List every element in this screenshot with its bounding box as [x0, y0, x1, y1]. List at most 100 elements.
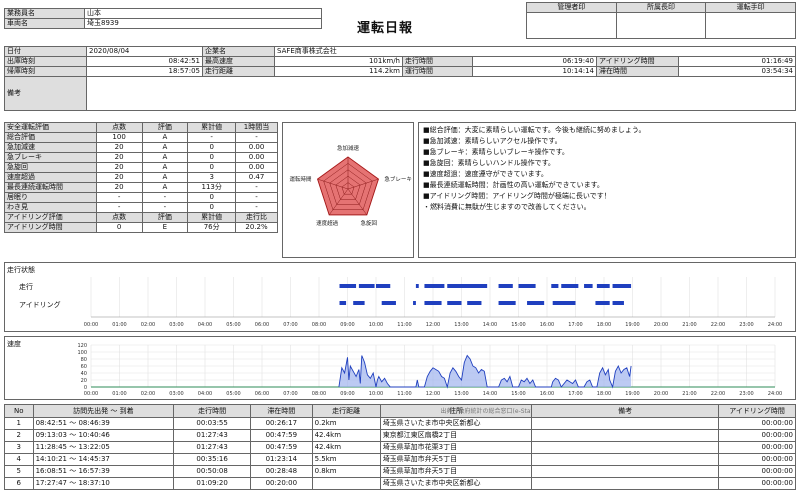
x-tick-label: 12:00	[426, 391, 440, 397]
x-tick-label: 06:00	[255, 391, 269, 397]
radar-label: 運転時間	[290, 175, 313, 183]
x-tick-label: 03:00	[169, 391, 183, 397]
list-cell: 4	[4, 453, 34, 466]
safety-cell: -	[235, 182, 278, 193]
list-cell	[531, 429, 720, 442]
header-info-table: 業務員名 山本 車両名 埼玉8939	[4, 8, 322, 29]
list-cell: 00:35:16	[173, 453, 252, 466]
idle-segment	[467, 301, 482, 305]
list-cell: 埼玉県さいたま市中央区新都心	[379, 477, 533, 490]
list-cell: 埼玉県草加市弁天5丁目	[379, 453, 533, 466]
table-row: 1 08:42:51 ～ 08:46:39 00:03:55 00:26:17 0.2k…	[4, 417, 796, 430]
idle-segment	[413, 301, 416, 305]
safety-header-cell: 点数	[95, 122, 143, 133]
list-cell: 01:27:43	[173, 429, 252, 442]
radar-label: 速度超過	[316, 219, 339, 227]
driver-name: 山本	[84, 8, 322, 19]
x-tick-label: 12:00	[426, 322, 440, 328]
optime-label: 運行時間	[402, 66, 473, 77]
idle-cell: 0	[95, 222, 143, 233]
stamp-manager-box[interactable]	[526, 12, 617, 39]
list-header-cell: 滞在時間	[250, 404, 313, 418]
idle-value: 01:16:49	[678, 56, 796, 67]
drive-segment	[498, 284, 513, 288]
list-cell: 00:20:00	[250, 477, 313, 490]
safety-header-cell: 評価	[141, 122, 189, 133]
list-header-cell: 走行時間	[173, 404, 252, 418]
speed-chart: 020406080100120 00:00 01:00 02:00 03:00 04:00…	[77, 343, 782, 397]
safety-cell: 最長連続運転時間	[4, 182, 97, 193]
idle-cell: E	[141, 222, 189, 233]
safety-cell: 居眠り	[4, 192, 97, 203]
safety-cell: 20	[95, 152, 143, 163]
y-tick-label: 120	[77, 343, 87, 349]
list-cell: 08:42:51 ～ 08:46:39	[32, 417, 175, 430]
safety-cell: A	[141, 172, 189, 183]
idle-header-cell: 走行比	[235, 212, 278, 223]
x-tick-label: 22:00	[711, 391, 725, 397]
x-tick-label: 21:00	[682, 322, 696, 328]
safety-cell: A	[141, 132, 189, 143]
y-tick-label: 80	[81, 357, 87, 363]
x-tick-label: 17:00	[568, 322, 582, 328]
list-cell: 01:23:14	[250, 453, 313, 466]
idle-segment	[381, 301, 396, 305]
notes-field[interactable]	[86, 76, 796, 111]
list-header-cell: 走行距離	[311, 404, 381, 418]
driver-label: 業務員名	[4, 8, 85, 19]
drive-segment	[596, 284, 610, 288]
drive-segment	[561, 284, 579, 288]
stamp-driver-box[interactable]	[705, 12, 796, 39]
safety-cell: 総合評価	[4, 132, 97, 143]
idle-cell: アイドリング時間	[4, 222, 97, 233]
list-cell: 42.4km	[311, 429, 381, 442]
x-tick-label: 24:00	[768, 391, 782, 397]
list-cell: 0.8km	[311, 465, 381, 478]
list-header-cell: 住所 出典：政府統計の総合窓口(e-Stat)	[379, 404, 533, 418]
list-cell: 00:26:17	[250, 417, 313, 430]
x-tick-label: 24:00	[768, 322, 782, 328]
list-cell: 5.5km	[311, 453, 381, 466]
company-label: 企業名	[202, 46, 275, 57]
radar-chart: 急加減速急ブレーキ急旋回 速度超過 運転時間	[290, 144, 412, 227]
speed-panel: 速度 0 20 40 60 80 100 120 00:00 01:00 02:00 03:00 04…	[4, 336, 796, 400]
comment-line: ■総合評価：大変に素晴らしい運転です。今後も継続に努めましょう。	[423, 126, 646, 134]
x-tick-label: 23:00	[739, 322, 753, 328]
x-tick-label: 09:00	[340, 322, 354, 328]
list-cell	[531, 441, 720, 454]
comment-line: ・燃料消費に無駄が生じますので改善してください。	[423, 203, 591, 211]
x-tick-label: 22:00	[711, 322, 725, 328]
safety-cell: 113分	[187, 182, 237, 193]
list-header-cell: アイドリング時間	[718, 404, 796, 418]
stay-value: 03:54:34	[678, 66, 796, 77]
comment-line: ■急旋回：素晴らしいハンドル操作です。	[423, 159, 555, 167]
stamp-driver-label: 運転手印	[705, 2, 796, 13]
x-tick-label: 04:00	[198, 391, 212, 397]
list-cell: 00:28:48	[250, 465, 313, 478]
list-cell: 00:47:59	[250, 429, 313, 442]
x-tick-label: 20:00	[654, 391, 668, 397]
x-tick-label: 08:00	[312, 391, 326, 397]
maxspeed-label: 最高速度	[202, 56, 275, 67]
x-tick-label: 01:00	[112, 322, 126, 328]
date-label: 日付	[4, 46, 87, 57]
list-cell: 01:09:20	[173, 477, 252, 490]
safety-row: 急加減速 20 A 0 0.00	[4, 142, 278, 153]
optime-value: 10:14:14	[472, 66, 597, 77]
idle-segment	[595, 301, 610, 305]
safety-cell: 0.00	[235, 162, 278, 173]
timeline-panel: 走行状態 走行 アイドリング 00:00 01:00 02:00 03:00 04:00…	[4, 262, 796, 332]
stamp-chief-box[interactable]	[615, 12, 707, 39]
x-tick-label: 18:00	[597, 391, 611, 397]
list-cell: 埼玉県さいたま市中央区新都心	[379, 417, 533, 430]
list-cell: 1	[4, 417, 34, 430]
y-tick-label: 0	[84, 385, 87, 391]
safety-cell: 0	[187, 142, 237, 153]
x-tick-label: 10:00	[369, 322, 383, 328]
list-header-cell: No	[4, 404, 34, 418]
list-cell: 埼玉県草加市花栗3丁目	[379, 441, 533, 454]
safety-cell: 3	[187, 172, 237, 183]
date-value: 2020/08/04	[86, 46, 203, 57]
list-cell: 42.4km	[311, 441, 381, 454]
x-tick-label: 06:00	[255, 322, 269, 328]
